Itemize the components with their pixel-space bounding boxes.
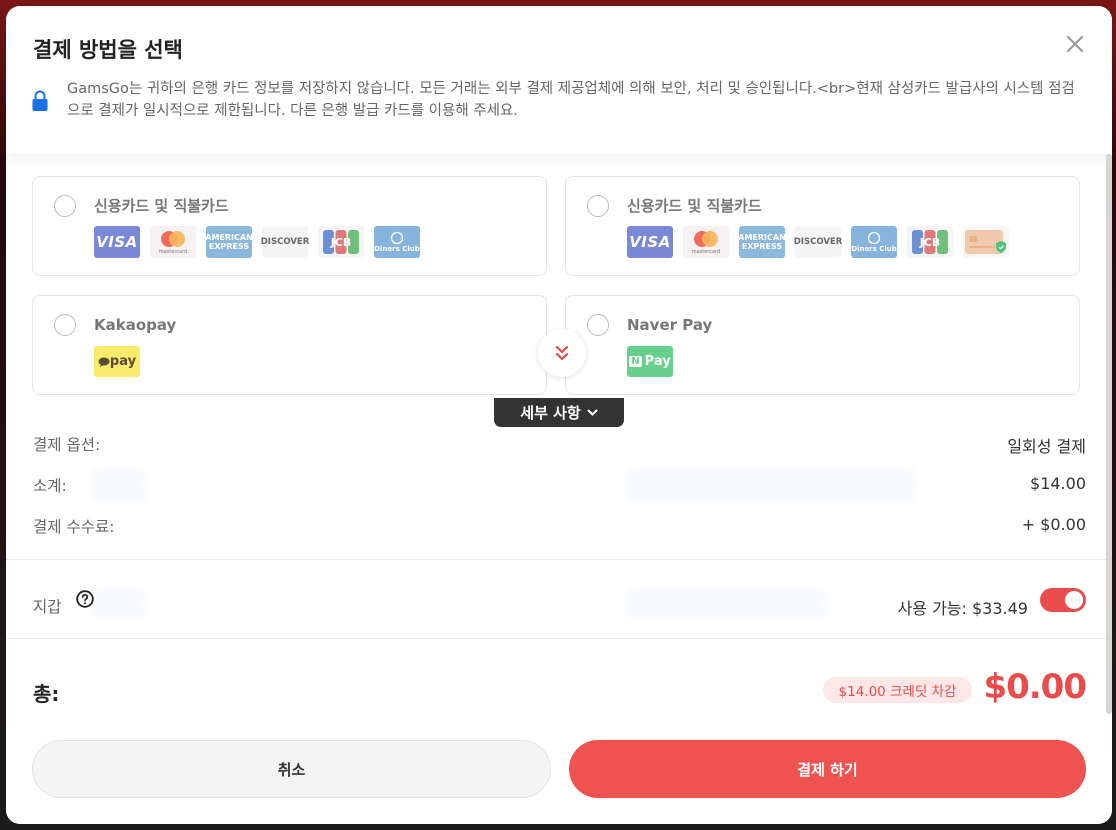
card-shield-icon — [965, 230, 1006, 254]
visa-logo: VISA — [627, 226, 673, 258]
expand-chevrons-button[interactable] — [538, 329, 586, 377]
naver-n-mark: N — [629, 356, 642, 367]
kakaopay-logo: pay — [94, 346, 140, 377]
divider — [6, 559, 1112, 560]
wallet-label: 지갑 — [33, 598, 62, 616]
scrollbar[interactable] — [1106, 154, 1112, 714]
jcb-text: JCB — [919, 236, 941, 249]
card-logos: VISA mastercard AMERICAN EXPRESS DISCOVE… — [94, 226, 420, 258]
wallet-available: 사용 가능: $33.49 — [897, 599, 1028, 618]
help-circle-icon[interactable] — [76, 590, 94, 608]
method-card-naverpay[interactable]: Naver Pay N Pay — [565, 295, 1080, 395]
diners-logo: Diners Club — [374, 226, 420, 258]
method-radio[interactable] — [54, 195, 76, 217]
diners-circle-icon — [390, 231, 404, 245]
security-notice: GamsGo는 귀하의 은행 카드 정보를 저장하지 않습니다. 모든 거래는 … — [67, 81, 1075, 119]
credit-deduction-badge: $14.00 크레딧 차감 — [823, 677, 972, 703]
divider — [6, 638, 1112, 639]
jcb-logo: JCB — [318, 226, 364, 258]
total-amount: $0.00 — [983, 667, 1087, 707]
details-toggle-label: 세부 사항 — [520, 404, 581, 422]
toggle-knob — [1065, 591, 1083, 609]
amex-logo: AMERICAN EXPRESS — [205, 226, 253, 258]
diners-circle-icon — [867, 231, 881, 245]
jcb-text: JCB — [330, 236, 352, 249]
generic-card-logo — [963, 226, 1009, 258]
kakaopay-logo-wrap: pay — [94, 346, 140, 377]
subtotal-label: 소계: — [33, 477, 67, 495]
jcb-logo: JCB — [907, 226, 953, 258]
background-ghost — [626, 588, 826, 618]
discover-logo: DISCOVER — [261, 226, 309, 258]
payment-option-label: 결제 옵션: — [33, 436, 101, 454]
method-name: 신용카드 및 직불카드 — [627, 197, 762, 215]
fee-label: 결제 수수료: — [33, 518, 115, 536]
discover-logo: DISCOVER — [794, 226, 842, 258]
details-toggle-button[interactable]: 세부 사항 — [494, 398, 624, 427]
total-label: 총: — [33, 682, 60, 706]
background-ghost — [91, 468, 146, 502]
naverpay-text: Pay — [644, 354, 671, 369]
diners-text: Diners Club — [374, 245, 420, 253]
background-ghost — [91, 588, 146, 618]
chevron-down-icon — [587, 409, 598, 415]
method-radio[interactable] — [587, 314, 609, 336]
method-name: Naver Pay — [627, 316, 713, 334]
mastercard-text: mastercard — [158, 249, 188, 255]
naverpay-logo: N Pay — [627, 346, 673, 377]
cancel-button[interactable]: 취소 — [32, 740, 551, 798]
mastercard-circles-icon — [694, 231, 718, 247]
method-name: 신용카드 및 직불카드 — [94, 197, 229, 215]
background-ghost — [626, 468, 916, 502]
mastercard-logo: mastercard — [683, 226, 729, 258]
mastercard-text: mastercard — [691, 249, 721, 255]
modal-header: 결제 방법을 선택 GamsGo는 귀하의 은행 카드 정보를 저장하지 않습니… — [6, 6, 1112, 154]
method-radio[interactable] — [587, 195, 609, 217]
jcb-icon: JCB — [912, 230, 948, 254]
mastercard-logo: mastercard — [150, 226, 196, 258]
diners-text: Diners Club — [851, 245, 897, 253]
jcb-icon: JCB — [323, 230, 359, 254]
lock-icon — [32, 90, 48, 111]
naverpay-logo-wrap: N Pay — [627, 346, 673, 377]
method-card-credit-1[interactable]: 신용카드 및 직불카드 VISA mastercard AMERICAN EXP… — [32, 176, 547, 276]
method-radio[interactable] — [54, 314, 76, 336]
method-card-kakaopay[interactable]: Kakaopay pay — [32, 295, 547, 395]
wallet-toggle[interactable] — [1040, 588, 1086, 612]
method-card-credit-2[interactable]: 신용카드 및 직불카드 VISA mastercard AMERICAN EXP… — [565, 176, 1080, 276]
speech-bubble-icon — [98, 357, 110, 367]
payment-method-modal: 결제 방법을 선택 GamsGo는 귀하의 은행 카드 정보를 저장하지 않습니… — [6, 6, 1112, 824]
pay-button[interactable]: 결제 하기 — [569, 740, 1086, 798]
card-logos: VISA mastercard AMERICAN EXPRESS DISCOVE… — [627, 226, 1009, 258]
payment-option-value: 일회성 결제 — [1007, 437, 1086, 456]
double-chevron-down-icon — [555, 345, 569, 361]
diners-logo: Diners Club — [851, 226, 897, 258]
kakaopay-text: pay — [109, 354, 137, 369]
subtotal-value: $14.00 — [1030, 474, 1086, 493]
modal-title: 결제 방법을 선택 — [33, 38, 183, 62]
fee-value: + $0.00 — [1021, 515, 1086, 534]
amex-logo: AMERICAN EXPRESS — [738, 226, 786, 258]
method-name: Kakaopay — [94, 316, 177, 334]
close-icon[interactable] — [1063, 32, 1087, 56]
visa-logo: VISA — [94, 226, 140, 258]
mastercard-circles-icon — [161, 231, 185, 247]
